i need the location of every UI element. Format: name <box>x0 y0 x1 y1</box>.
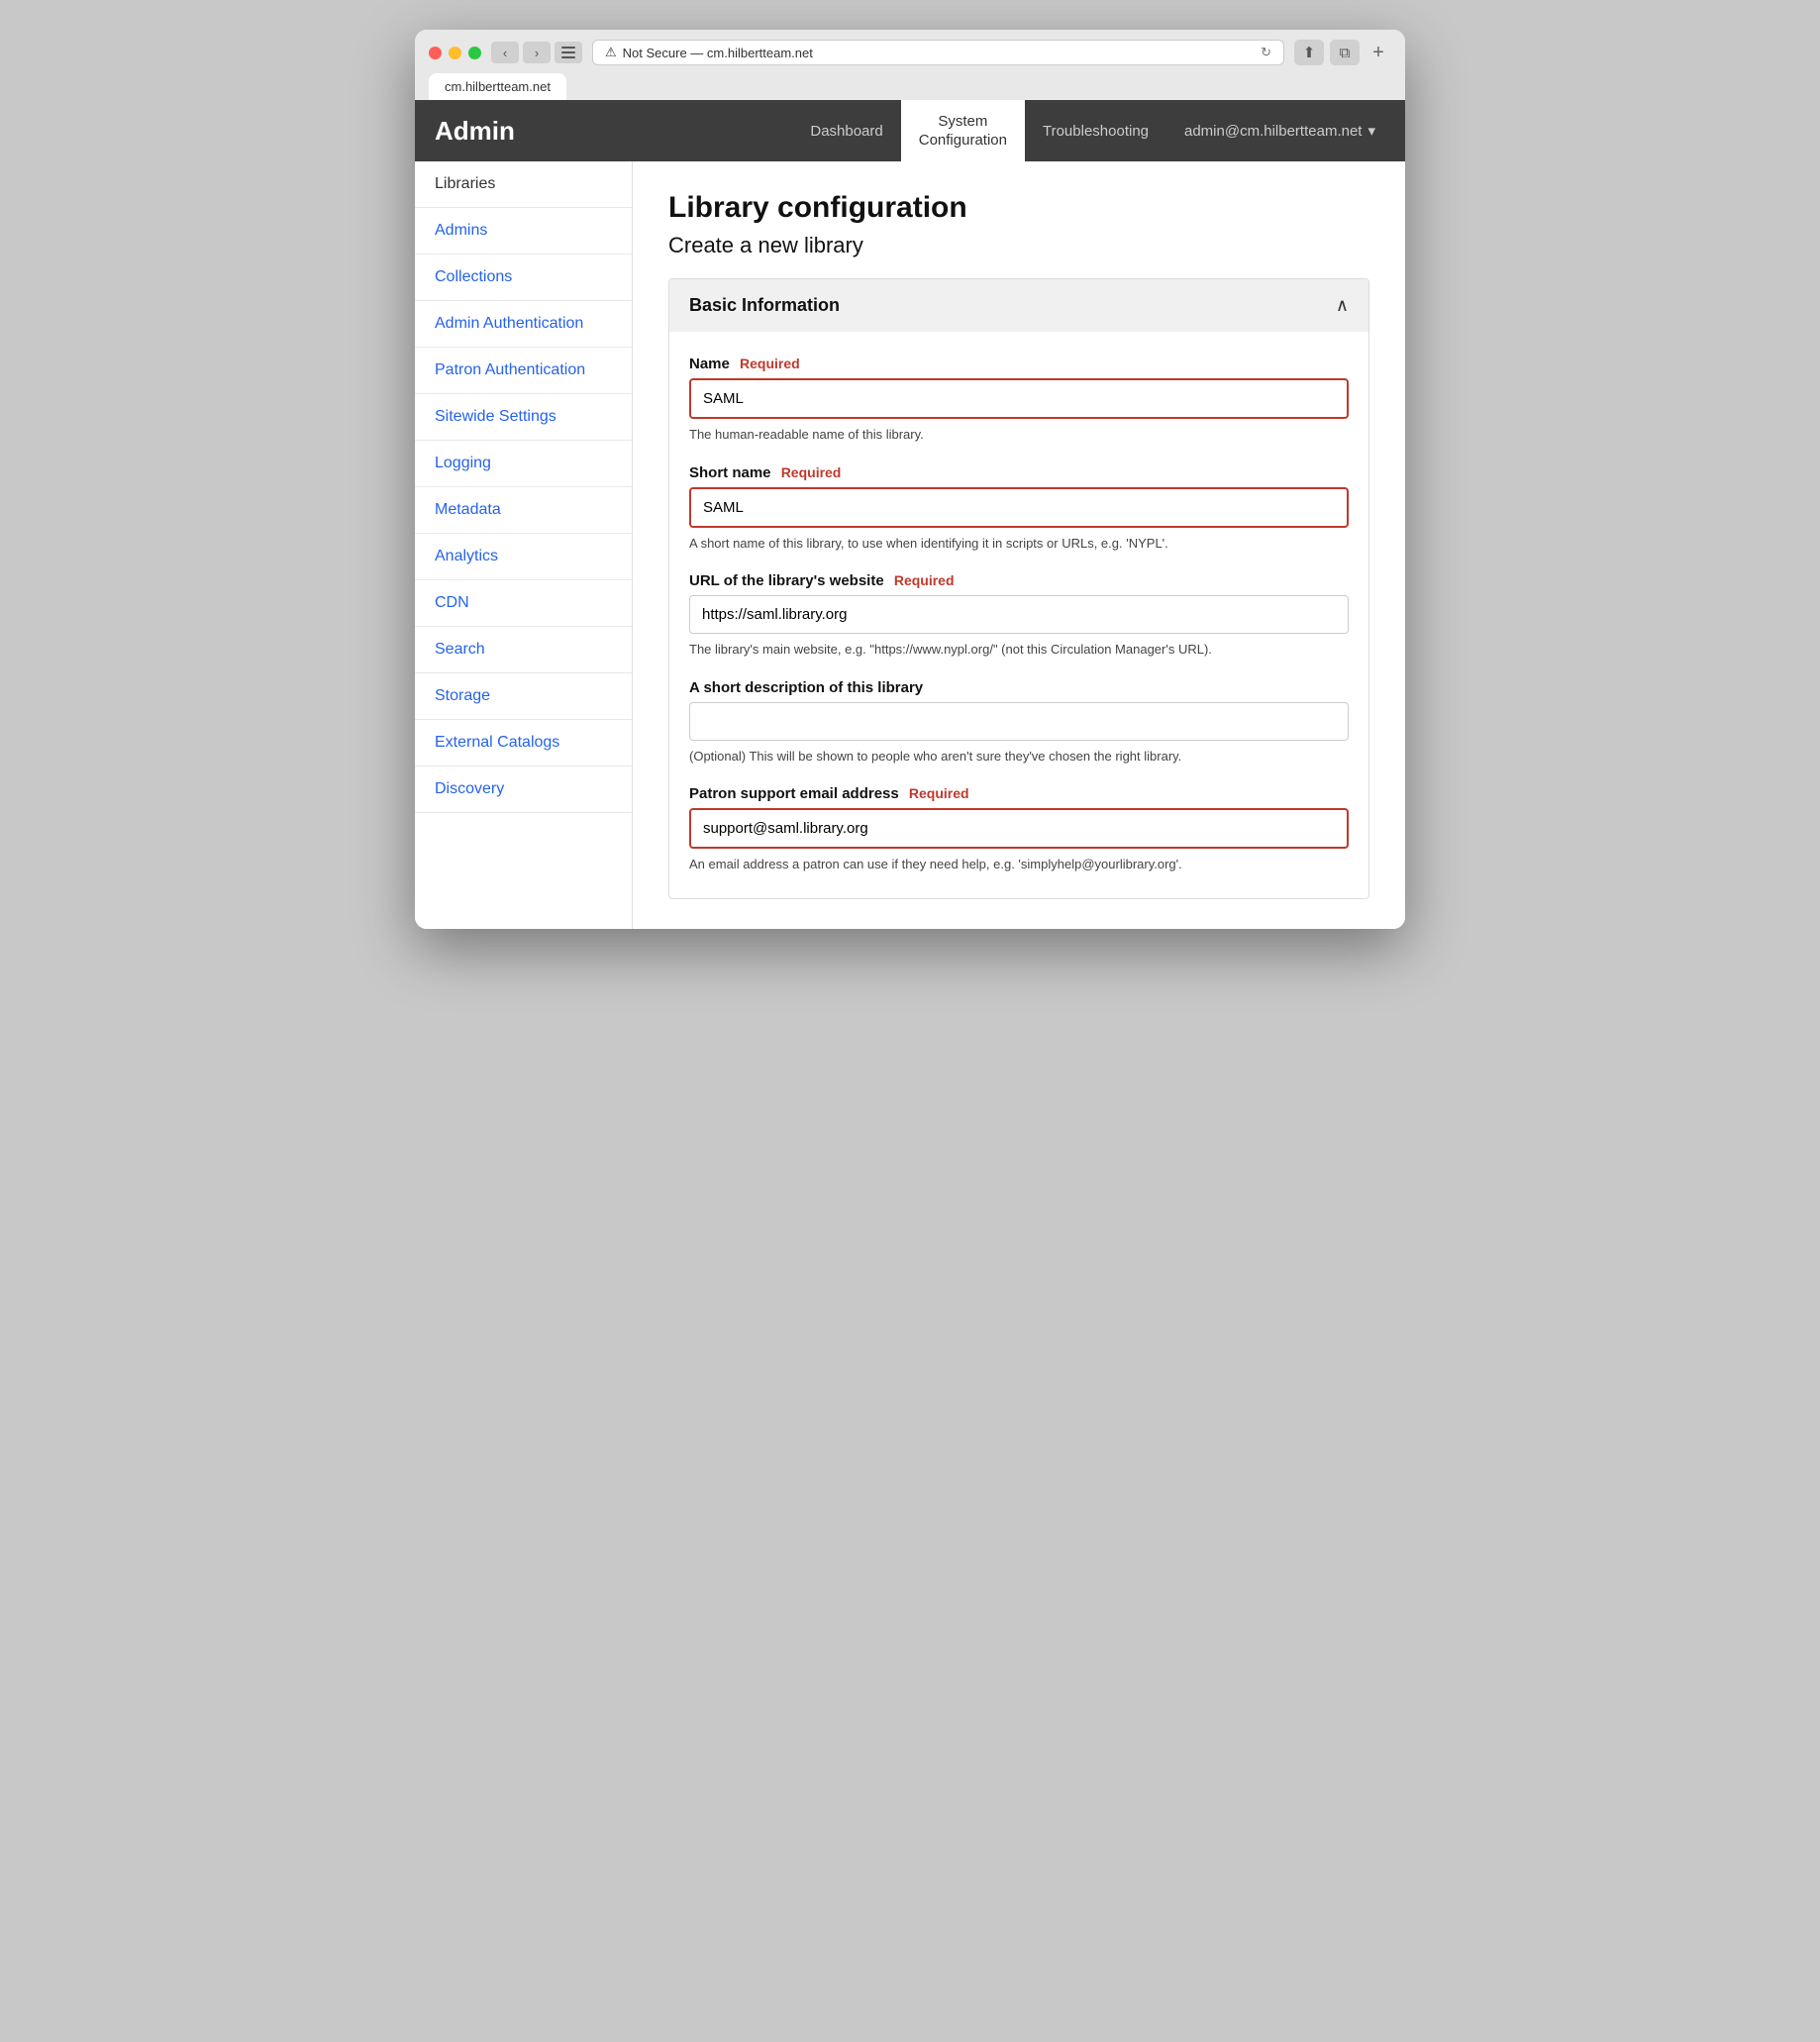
sidebar-item-sitewide-settings[interactable]: Sitewide Settings <box>415 394 632 441</box>
sidebar-item-admins[interactable]: Admins <box>415 208 632 255</box>
patron-email-required-badge: Required <box>909 785 969 801</box>
sidebar-item-logging[interactable]: Logging <box>415 441 632 487</box>
sidebar-item-discovery[interactable]: Discovery <box>415 766 632 813</box>
patron-email-label: Patron support email address Required <box>689 785 1349 802</box>
description-help: (Optional) This will be shown to people … <box>689 747 1349 766</box>
sidebar-item-external-catalogs[interactable]: External Catalogs <box>415 720 632 766</box>
sidebar-item-collections[interactable]: Collections <box>415 255 632 301</box>
page-title: Library configuration <box>668 191 1369 225</box>
sidebar-item-search[interactable]: Search <box>415 627 632 673</box>
user-menu[interactable]: admin@cm.hilbertteam.net ▾ <box>1166 122 1385 140</box>
short-name-field-group: Short name Required A short name of this… <box>689 464 1349 554</box>
patron-email-input[interactable] <box>689 808 1349 849</box>
panel-header-title: Basic Information <box>689 295 840 316</box>
name-input[interactable] <box>689 378 1349 419</box>
sidebar-item-storage[interactable]: Storage <box>415 673 632 720</box>
active-tab[interactable]: cm.hilbertteam.net <box>429 73 566 100</box>
short-name-help: A short name of this library, to use whe… <box>689 534 1349 554</box>
sidebar-item-admin-authentication[interactable]: Admin Authentication <box>415 301 632 348</box>
app-header: Admin Dashboard System Configuration Tro… <box>415 100 1405 161</box>
url-input[interactable] <box>689 595 1349 634</box>
url-field-group: URL of the library's website Required Th… <box>689 572 1349 660</box>
user-menu-chevron: ▾ <box>1367 122 1375 140</box>
url-label: URL of the library's website Required <box>689 572 1349 589</box>
url-help: The library's main website, e.g. "https:… <box>689 640 1349 660</box>
patron-email-help: An email address a patron can use if the… <box>689 855 1349 874</box>
close-button[interactable] <box>429 47 442 59</box>
address-text: Not Secure — cm.hilbertteam.net <box>623 46 813 60</box>
patron-email-field-group: Patron support email address Required An… <box>689 785 1349 874</box>
description-input[interactable] <box>689 702 1349 741</box>
url-required-badge: Required <box>894 572 955 588</box>
user-email: admin@cm.hilbertteam.net <box>1184 123 1362 140</box>
short-name-label: Short name Required <box>689 464 1349 481</box>
browser-tab-row: cm.hilbertteam.net <box>429 73 1391 100</box>
name-help: The human-readable name of this library. <box>689 425 1349 445</box>
sidebar-item-libraries[interactable]: Libraries <box>415 161 632 208</box>
browser-chrome: ‹ › ⚠ Not Secure — cm.hilbertteam.net ↻ … <box>415 30 1405 100</box>
back-button[interactable]: ‹ <box>491 42 519 63</box>
content-area: Library configuration Create a new libra… <box>633 161 1405 929</box>
name-label: Name Required <box>689 356 1349 372</box>
traffic-lights <box>429 47 481 59</box>
app-nav: Dashboard System Configuration Troublesh… <box>792 100 1166 161</box>
reload-icon[interactable]: ↻ <box>1261 45 1271 60</box>
panel-toggle-icon: ∧ <box>1336 295 1349 316</box>
name-field-group: Name Required The human-readable name of… <box>689 356 1349 445</box>
name-required-badge: Required <box>740 356 800 371</box>
sidebar: Libraries Admins Collections Admin Authe… <box>415 161 633 929</box>
address-bar[interactable]: ⚠ Not Secure — cm.hilbertteam.net ↻ <box>592 40 1284 65</box>
share-button[interactable]: ⬆ <box>1294 40 1324 65</box>
basic-information-panel: Basic Information ∧ Name Required The hu… <box>668 278 1369 899</box>
description-field-group: A short description of this library (Opt… <box>689 679 1349 766</box>
sidebar-item-analytics[interactable]: Analytics <box>415 534 632 580</box>
app-logo: Admin <box>435 116 515 147</box>
address-lock-icon: ⚠ <box>605 45 617 60</box>
forward-button[interactable]: › <box>523 42 551 63</box>
nav-dashboard[interactable]: Dashboard <box>792 100 900 161</box>
short-name-required-badge: Required <box>781 464 842 480</box>
main-layout: Libraries Admins Collections Admin Authe… <box>415 161 1405 929</box>
sidebar-item-patron-authentication[interactable]: Patron Authentication <box>415 348 632 394</box>
sidebar-toggle-button[interactable] <box>555 42 582 63</box>
browser-window: ‹ › ⚠ Not Secure — cm.hilbertteam.net ↻ … <box>415 30 1405 929</box>
panel-header[interactable]: Basic Information ∧ <box>669 279 1368 332</box>
browser-nav-buttons: ‹ › <box>491 42 582 63</box>
new-tab-tile-button[interactable]: ⧉ <box>1330 40 1360 65</box>
page-subtitle: Create a new library <box>668 233 1369 258</box>
browser-actions: ⬆ ⧉ + <box>1294 40 1391 65</box>
description-label: A short description of this library <box>689 679 1349 696</box>
sidebar-item-metadata[interactable]: Metadata <box>415 487 632 534</box>
minimize-button[interactable] <box>449 47 461 59</box>
nav-system-config[interactable]: System Configuration <box>901 100 1025 161</box>
maximize-button[interactable] <box>468 47 481 59</box>
new-tab-button[interactable]: + <box>1365 40 1391 65</box>
nav-troubleshooting[interactable]: Troubleshooting <box>1025 100 1166 161</box>
sidebar-item-cdn[interactable]: CDN <box>415 580 632 627</box>
short-name-input[interactable] <box>689 487 1349 528</box>
panel-body: Name Required The human-readable name of… <box>669 332 1368 898</box>
